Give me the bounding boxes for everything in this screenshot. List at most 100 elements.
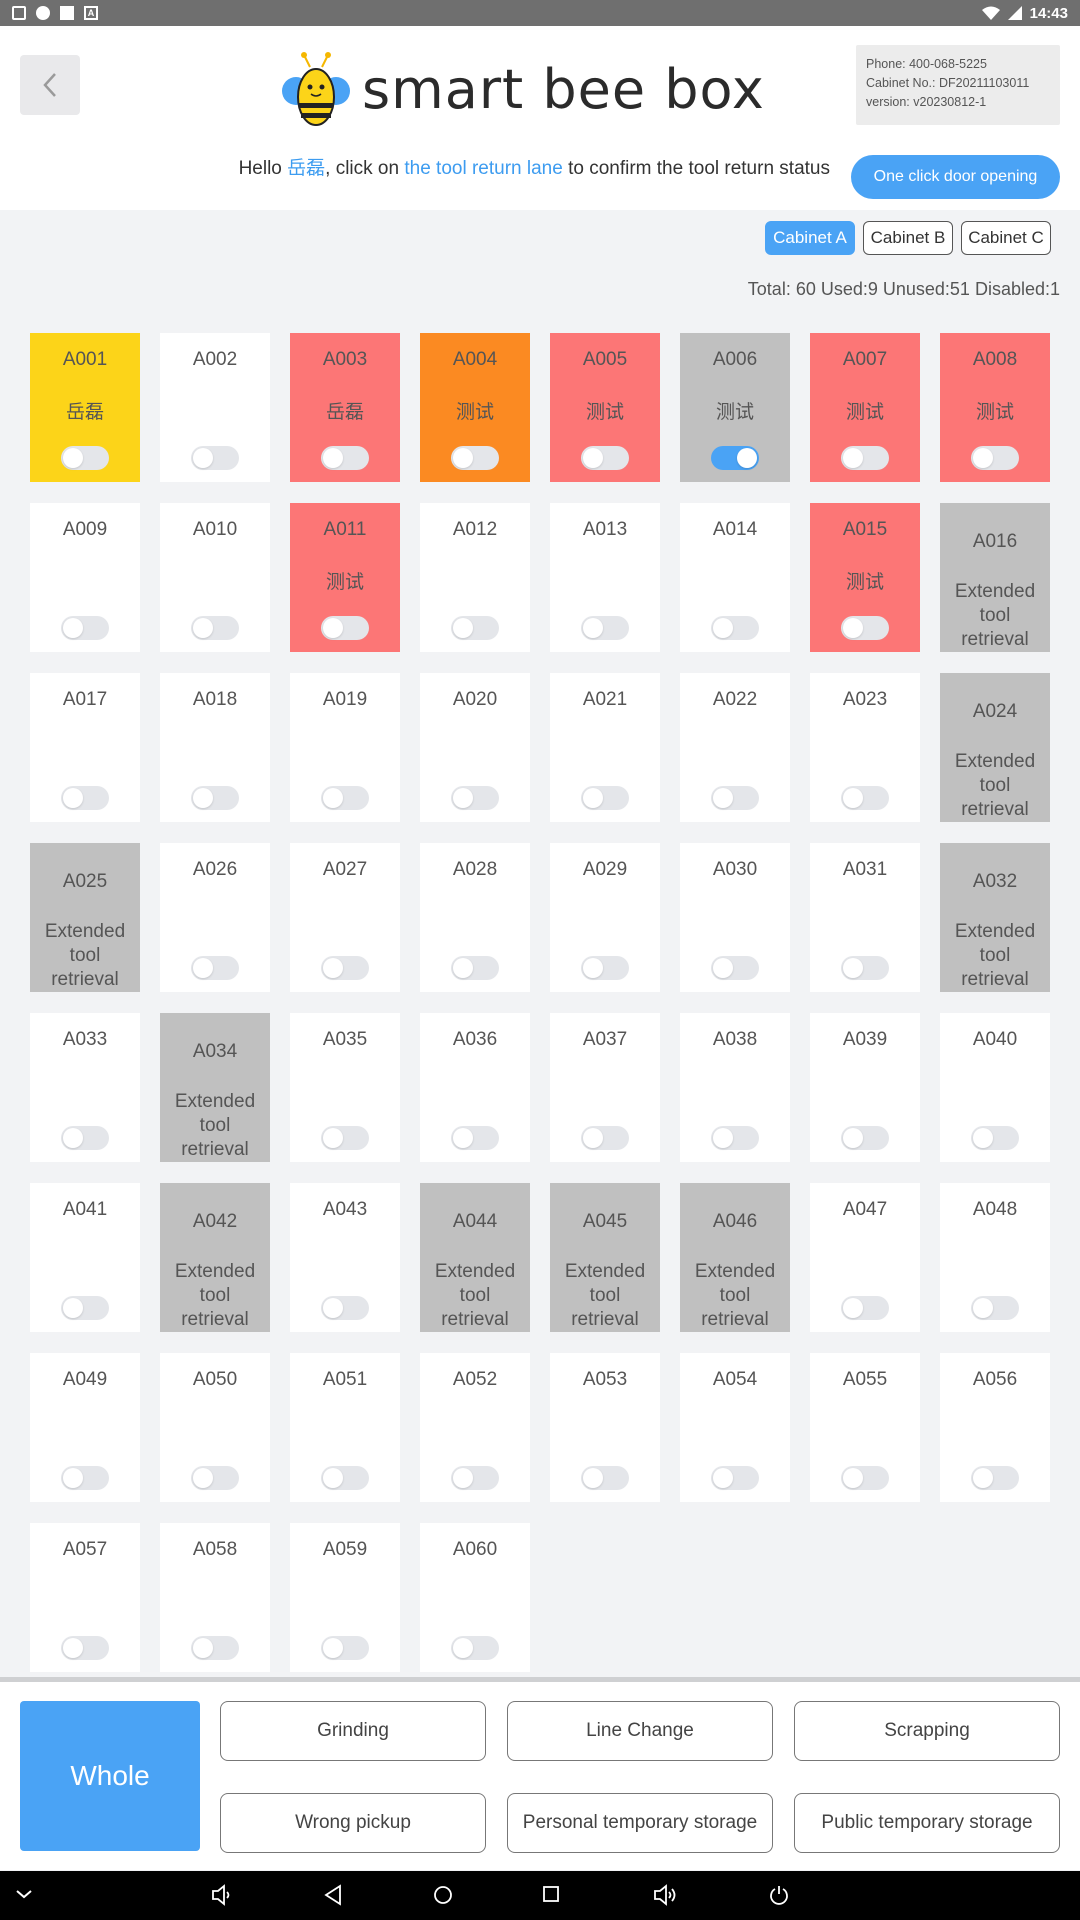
lane-cell[interactable]: A017 bbox=[30, 673, 140, 822]
lane-toggle[interactable] bbox=[711, 1466, 759, 1490]
lane-toggle[interactable] bbox=[321, 446, 369, 470]
lane-toggle[interactable] bbox=[971, 446, 1019, 470]
lane-cell[interactable]: A022 bbox=[680, 673, 790, 822]
grinding-button[interactable]: Grinding bbox=[220, 1701, 486, 1761]
lane-toggle[interactable] bbox=[711, 446, 759, 470]
lane-cell[interactable]: A029 bbox=[550, 843, 660, 992]
lane-cell[interactable]: A048 bbox=[940, 1183, 1050, 1332]
lane-cell[interactable]: A012 bbox=[420, 503, 530, 652]
lane-cell[interactable]: A034 Extended tool retrieval bbox=[160, 1013, 270, 1162]
lane-cell[interactable]: A040 bbox=[940, 1013, 1050, 1162]
lane-toggle[interactable] bbox=[191, 446, 239, 470]
lane-toggle[interactable] bbox=[61, 1296, 109, 1320]
lane-cell[interactable]: A052 bbox=[420, 1353, 530, 1502]
lane-cell[interactable]: A054 bbox=[680, 1353, 790, 1502]
lane-cell[interactable]: A014 bbox=[680, 503, 790, 652]
lane-toggle[interactable] bbox=[581, 1466, 629, 1490]
personal-temporary-storage-button[interactable]: Personal temporary storage bbox=[507, 1793, 773, 1853]
tab-cabinet-c[interactable]: Cabinet C bbox=[961, 221, 1051, 255]
lane-toggle[interactable] bbox=[191, 1466, 239, 1490]
lane-cell[interactable]: A027 bbox=[290, 843, 400, 992]
lane-cell[interactable]: A033 bbox=[30, 1013, 140, 1162]
lane-toggle[interactable] bbox=[581, 786, 629, 810]
lane-toggle[interactable] bbox=[581, 616, 629, 640]
lane-toggle[interactable] bbox=[841, 956, 889, 980]
power-icon[interactable] bbox=[768, 1884, 790, 1906]
volume-down-icon[interactable] bbox=[210, 1884, 234, 1906]
tool-return-lane-link[interactable]: the tool return lane bbox=[404, 158, 562, 179]
lane-cell[interactable]: A003 岳磊 bbox=[290, 333, 400, 482]
lane-toggle[interactable] bbox=[711, 616, 759, 640]
lane-toggle[interactable] bbox=[61, 446, 109, 470]
scrapping-button[interactable]: Scrapping bbox=[794, 1701, 1060, 1761]
lane-cell[interactable]: A021 bbox=[550, 673, 660, 822]
lane-cell[interactable]: A005 测试 bbox=[550, 333, 660, 482]
lane-toggle[interactable] bbox=[841, 1466, 889, 1490]
lane-cell[interactable]: A056 bbox=[940, 1353, 1050, 1502]
lane-cell[interactable]: A059 bbox=[290, 1523, 400, 1672]
lane-cell[interactable]: A001 岳磊 bbox=[30, 333, 140, 482]
tab-cabinet-a[interactable]: Cabinet A bbox=[765, 221, 855, 255]
lane-toggle[interactable] bbox=[711, 786, 759, 810]
lane-toggle[interactable] bbox=[451, 616, 499, 640]
lane-toggle[interactable] bbox=[61, 1636, 109, 1660]
lane-cell[interactable]: A038 bbox=[680, 1013, 790, 1162]
lane-cell[interactable]: A004 测试 bbox=[420, 333, 530, 482]
lane-toggle[interactable] bbox=[451, 786, 499, 810]
nav-home-icon[interactable] bbox=[432, 1884, 454, 1906]
nav-back-icon[interactable] bbox=[322, 1884, 344, 1906]
lane-toggle[interactable] bbox=[841, 786, 889, 810]
lane-toggle[interactable] bbox=[971, 1126, 1019, 1150]
lane-toggle[interactable] bbox=[841, 1126, 889, 1150]
lane-cell[interactable]: A025 Extended tool retrieval bbox=[30, 843, 140, 992]
lane-cell[interactable]: A007 测试 bbox=[810, 333, 920, 482]
lane-cell[interactable]: A024 Extended tool retrieval bbox=[940, 673, 1050, 822]
lane-cell[interactable]: A006 测试 bbox=[680, 333, 790, 482]
lane-cell[interactable]: A009 bbox=[30, 503, 140, 652]
lane-cell[interactable]: A013 bbox=[550, 503, 660, 652]
lane-toggle[interactable] bbox=[191, 956, 239, 980]
lane-toggle[interactable] bbox=[581, 446, 629, 470]
lane-cell[interactable]: A055 bbox=[810, 1353, 920, 1502]
one-click-door-opening-button[interactable]: One click door opening bbox=[851, 155, 1060, 199]
back-button[interactable] bbox=[20, 55, 80, 115]
lane-toggle[interactable] bbox=[841, 616, 889, 640]
lane-cell[interactable]: A035 bbox=[290, 1013, 400, 1162]
lane-toggle[interactable] bbox=[61, 1126, 109, 1150]
volume-up-icon[interactable] bbox=[652, 1884, 678, 1906]
lane-cell[interactable]: A036 bbox=[420, 1013, 530, 1162]
lane-toggle[interactable] bbox=[321, 956, 369, 980]
lane-toggle[interactable] bbox=[451, 956, 499, 980]
lane-toggle[interactable] bbox=[321, 1296, 369, 1320]
chevron-down-icon[interactable] bbox=[14, 1884, 34, 1904]
lane-toggle[interactable] bbox=[61, 616, 109, 640]
lane-cell[interactable]: A057 bbox=[30, 1523, 140, 1672]
lane-toggle[interactable] bbox=[321, 786, 369, 810]
whole-button[interactable]: Whole bbox=[20, 1701, 200, 1851]
lane-toggle[interactable] bbox=[321, 1466, 369, 1490]
lane-toggle[interactable] bbox=[61, 1466, 109, 1490]
public-temporary-storage-button[interactable]: Public temporary storage bbox=[794, 1793, 1060, 1853]
lane-cell[interactable]: A037 bbox=[550, 1013, 660, 1162]
lane-toggle[interactable] bbox=[191, 616, 239, 640]
lane-cell[interactable]: A049 bbox=[30, 1353, 140, 1502]
lane-toggle[interactable] bbox=[841, 1296, 889, 1320]
lane-toggle[interactable] bbox=[841, 446, 889, 470]
lane-toggle[interactable] bbox=[61, 786, 109, 810]
lane-cell[interactable]: A015 测试 bbox=[810, 503, 920, 652]
nav-recents-icon[interactable] bbox=[541, 1884, 561, 1904]
lane-cell[interactable]: A018 bbox=[160, 673, 270, 822]
lane-toggle[interactable] bbox=[711, 956, 759, 980]
lane-cell[interactable]: A050 bbox=[160, 1353, 270, 1502]
lane-cell[interactable]: A028 bbox=[420, 843, 530, 992]
lane-cell[interactable]: A044 Extended tool retrieval bbox=[420, 1183, 530, 1332]
line-change-button[interactable]: Line Change bbox=[507, 1701, 773, 1761]
lane-toggle[interactable] bbox=[451, 1126, 499, 1150]
lane-toggle[interactable] bbox=[451, 1466, 499, 1490]
lane-toggle[interactable] bbox=[451, 446, 499, 470]
lane-cell[interactable]: A010 bbox=[160, 503, 270, 652]
wrong-pickup-button[interactable]: Wrong pickup bbox=[220, 1793, 486, 1853]
lane-cell[interactable]: A060 bbox=[420, 1523, 530, 1672]
lane-toggle[interactable] bbox=[451, 1636, 499, 1660]
lane-cell[interactable]: A042 Extended tool retrieval bbox=[160, 1183, 270, 1332]
